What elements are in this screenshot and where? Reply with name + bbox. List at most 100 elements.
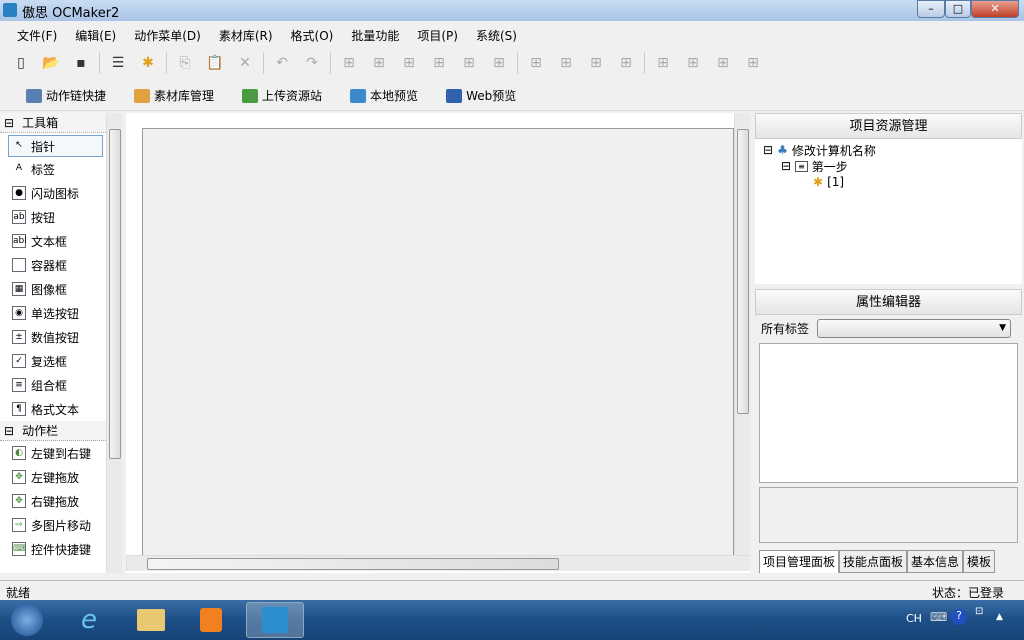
h-space-remove-icon[interactable]: ⊞ (611, 51, 641, 75)
menu-item[interactable]: 文件(F) (8, 22, 66, 46)
delete-icon[interactable]: ✕ (230, 51, 260, 75)
tray-expand-icon[interactable]: ▲ (996, 612, 1003, 622)
align-bottom-icon[interactable]: ⊞ (484, 51, 514, 75)
tree-node-label: [1] (827, 175, 845, 189)
h-space-dec-icon[interactable]: ⊞ (581, 51, 611, 75)
network-icon[interactable]: ⊡ (975, 606, 983, 617)
menu-item[interactable]: 批量功能 (342, 22, 408, 46)
tool-item[interactable]: ▦ 图像框 (0, 277, 106, 301)
scroll-thumb[interactable] (147, 558, 559, 570)
start-button[interactable] (0, 602, 54, 638)
canvas-vscroll[interactable] (734, 113, 750, 555)
menu-item[interactable]: 格式(O) (282, 22, 343, 46)
paste-icon[interactable]: 📋 (200, 51, 230, 75)
align-middle-icon[interactable]: ⊞ (454, 51, 484, 75)
tree-node[interactable]: ✱ [1] (763, 174, 1022, 190)
menu-bar: 文件(F) 编辑(E) 动作菜单(D) 素材库(R) 格式(O) 批量功能 项目(P) 系统(… (0, 22, 1024, 46)
align-left-icon[interactable]: ⊞ (334, 51, 364, 75)
canvas-hscroll[interactable] (126, 555, 750, 571)
tool-item[interactable]: 容器框 (0, 253, 106, 277)
tool-item[interactable]: ✓ 复选框 (0, 349, 106, 373)
menu-item[interactable]: 编辑(E) (66, 22, 125, 46)
ie-icon[interactable]: e (62, 602, 116, 638)
align-center-icon[interactable]: ⊞ (364, 51, 394, 75)
menu-item[interactable]: 动作菜单(D) (125, 22, 210, 46)
quick-button[interactable]: 上传资源站 (242, 87, 322, 104)
tool-item[interactable]: ◉ 单选按钮 (0, 301, 106, 325)
tree-step[interactable]: ⊟ ≡ 第一步 (763, 158, 1022, 174)
action-title: 动作栏 (22, 424, 59, 438)
action-icon: ✥ (12, 494, 26, 508)
props-filter-select[interactable]: ▼ (817, 318, 1012, 338)
align-right-icon[interactable]: ⊞ (394, 51, 424, 75)
action-icon: ⇨ (12, 518, 26, 532)
quick-button[interactable]: Web预览 (446, 87, 516, 104)
save-icon[interactable]: ▪ (66, 51, 96, 75)
open-folder-icon[interactable]: 📂 (36, 51, 66, 75)
puzzle-icon: ✱ (813, 175, 824, 189)
explorer-icon[interactable] (124, 602, 178, 638)
action-item[interactable]: ✥ 右键拖放 (0, 489, 106, 513)
h-space-inc-icon[interactable]: ⊞ (551, 51, 581, 75)
align-top-icon[interactable]: ⊞ (424, 51, 454, 75)
ocmaker-task[interactable] (246, 602, 304, 638)
toolbox-header[interactable]: ⊟ 工具箱 (0, 113, 106, 133)
step-icon[interactable]: ☰ (103, 51, 133, 75)
tool-icon: A (15, 163, 23, 173)
tool-label: 图像框 (31, 282, 68, 297)
action-item[interactable]: ⇨ 多图片移动 (0, 513, 106, 537)
menu-item[interactable]: 素材库(R) (210, 22, 282, 46)
copy-icon[interactable]: ⎘ (170, 51, 200, 75)
quick-button[interactable]: 动作链快捷 (26, 87, 106, 104)
v-space-dec-icon[interactable]: ⊞ (708, 51, 738, 75)
keyboard-icon[interactable]: ⌨ (930, 610, 947, 624)
design-canvas[interactable] (142, 128, 734, 568)
tool-icon: ↖ (15, 140, 23, 150)
action-label: 左键拖放 (31, 470, 80, 485)
close-button[interactable]: ✕ (971, 0, 1019, 18)
maximize-button[interactable]: □ (945, 0, 971, 18)
panel-tab[interactable]: 技能点面板 (839, 550, 908, 573)
quick-button[interactable]: 素材库管理 (134, 87, 214, 104)
tool-label: 指针 (31, 139, 56, 154)
redo-icon[interactable]: ↷ (297, 51, 327, 75)
tool-item[interactable]: ¶ 格式文本 (0, 397, 106, 421)
tool-item[interactable]: ● 闪动图标 (0, 181, 106, 205)
menu-item[interactable]: 系统(S) (467, 22, 526, 46)
scroll-thumb[interactable] (109, 129, 121, 459)
scroll-thumb[interactable] (737, 129, 749, 414)
undo-icon[interactable]: ↶ (267, 51, 297, 75)
language-indicator[interactable]: CH (906, 612, 922, 625)
props-grid[interactable] (759, 343, 1018, 483)
panel-tab[interactable]: 模板 (963, 550, 996, 573)
tool-item[interactable]: A 标签 (0, 157, 106, 181)
tool-item[interactable]: ↖ 指针 (8, 135, 103, 157)
v-space-inc-icon[interactable]: ⊞ (678, 51, 708, 75)
menu-item[interactable]: 项目(P) (408, 22, 467, 46)
tool-item[interactable]: ab 按钮 (0, 205, 106, 229)
v-space-icon[interactable]: ⊞ (648, 51, 678, 75)
panel-tab[interactable]: 项目管理面板 (759, 550, 840, 573)
action-item[interactable]: ◐ 左键到右键 (0, 441, 106, 465)
h-space-icon[interactable]: ⊞ (521, 51, 551, 75)
tool-item[interactable]: ± 数值按钮 (0, 325, 106, 349)
toolbox-scrollbar[interactable] (106, 113, 122, 573)
minimize-button[interactable]: – (917, 0, 945, 18)
action-header[interactable]: ⊟ 动作栏 (0, 421, 106, 441)
panel-tab[interactable]: 基本信息 (907, 550, 964, 573)
puzzle-icon[interactable]: ✱ (133, 51, 163, 75)
action-item[interactable]: ✥ 左键拖放 (0, 465, 106, 489)
new-file-icon[interactable]: ▯ (6, 51, 36, 75)
action-item[interactable]: ⌨ 控件快捷键 (0, 537, 106, 561)
media-player-icon[interactable] (184, 602, 238, 638)
quick-icon (134, 88, 151, 103)
tool-item[interactable]: abl 文本框 (0, 229, 106, 253)
v-space-remove-icon[interactable]: ⊞ (738, 51, 768, 75)
quick-button[interactable]: 本地预览 (350, 87, 418, 104)
tree-root[interactable]: ⊟ ♣ 修改计算机名称 (763, 142, 1022, 158)
help-icon[interactable]: ? (951, 609, 967, 625)
tool-label: 按钮 (31, 210, 56, 225)
quick-bar: 动作链快捷 素材库管理 上传资源站 本地预览 Web预览 (0, 81, 1024, 111)
tool-item[interactable]: ≡ 组合框 (0, 373, 106, 397)
quick-icon (350, 88, 367, 103)
